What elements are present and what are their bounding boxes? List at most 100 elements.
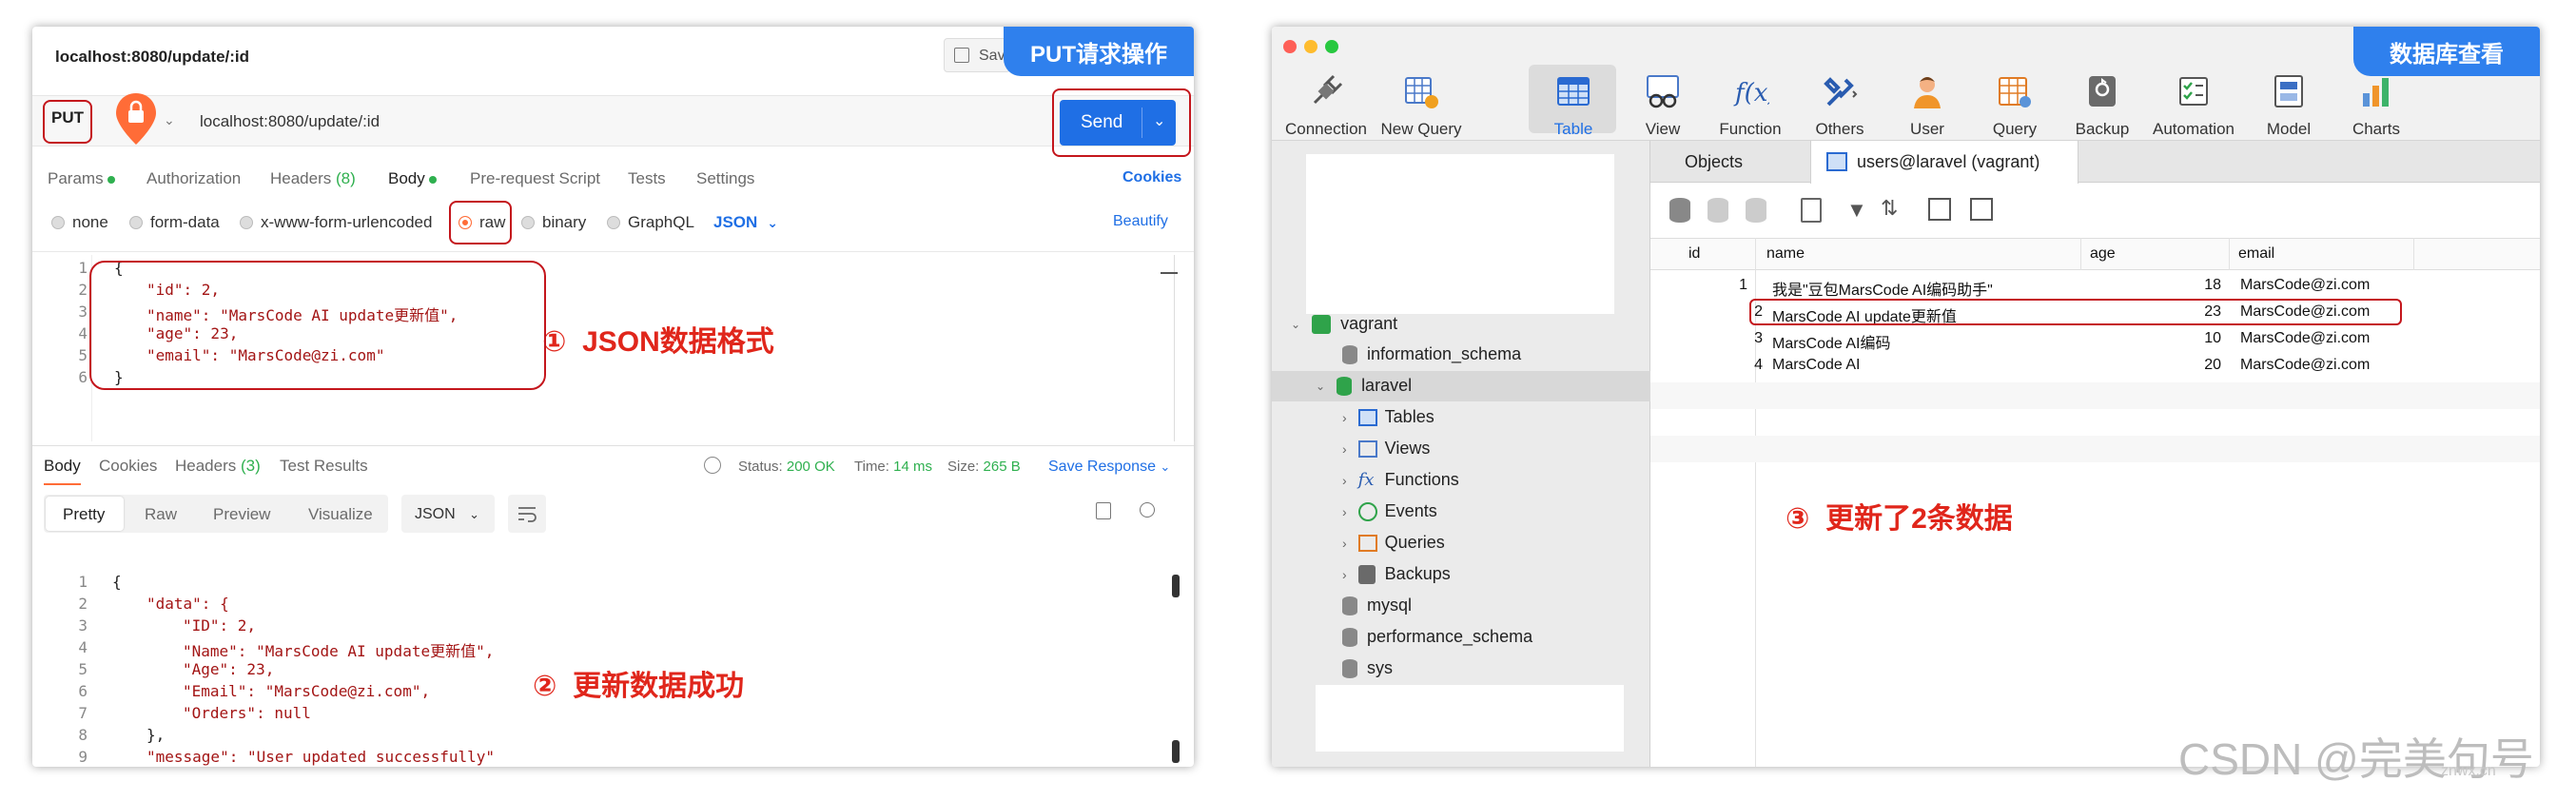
blank-panel	[1316, 685, 1624, 752]
save-icon	[954, 48, 969, 63]
view-icon	[1647, 75, 1679, 108]
tree-db-laravel[interactable]: ⌄ laravel	[1316, 376, 1412, 396]
code-line: "ID": 2,	[183, 616, 257, 635]
tab-users-table[interactable]: users@laravel (vagrant)	[1810, 141, 2078, 184]
tree-db-information-schema[interactable]: information_schema	[1342, 344, 1521, 364]
view-visualize[interactable]: Visualize	[308, 505, 373, 524]
export-icon[interactable]	[1970, 198, 1993, 221]
tree-db-mysql[interactable]: mysql	[1342, 596, 1412, 615]
table-icon	[1557, 77, 1590, 106]
table-icon	[1357, 408, 1377, 426]
resp-tab-test-results[interactable]: Test Results	[280, 457, 368, 476]
beautify-link[interactable]: Beautify	[1113, 213, 1168, 230]
time-text: Time: 14 ms	[854, 459, 932, 475]
tree-functions[interactable]: › fx Functions	[1342, 470, 1459, 490]
function-icon: f(x)	[1733, 79, 1769, 107]
connection-icon	[1312, 314, 1332, 334]
query-icon	[1999, 77, 2031, 107]
automation-icon	[2179, 77, 2208, 106]
wrap-lines-icon[interactable]	[508, 495, 546, 533]
plug-icon	[1313, 74, 1343, 105]
url-input[interactable]: localhost:8080/update/:id	[200, 112, 380, 131]
status-text: Status: 200 OK	[738, 459, 835, 475]
search-icon[interactable]	[1140, 502, 1155, 518]
cookies-link[interactable]: Cookies	[1122, 169, 1181, 186]
radio-urlencoded[interactable]: x-www-form-urlencoded	[240, 213, 432, 232]
response-body-viewer: 1 2 3 4 5 6 7 8 9 10 { "data": { "ID": 2…	[32, 540, 1194, 767]
postman-logo-icon	[114, 91, 158, 145]
view-raw[interactable]: Raw	[145, 505, 177, 524]
code-line: "Email": "MarsCode@zi.com",	[183, 682, 431, 700]
sort-icon[interactable]: ⇅	[1881, 196, 1898, 221]
scrollbar-thumb[interactable]	[1172, 575, 1180, 597]
maximize-window-icon[interactable]	[1325, 40, 1338, 53]
highlight-send	[1052, 88, 1191, 157]
close-window-icon[interactable]	[1283, 40, 1297, 53]
radio-none[interactable]: none	[51, 213, 108, 232]
resp-tab-cookies[interactable]: Cookies	[99, 457, 157, 476]
text-view-icon[interactable]	[1801, 198, 1822, 223]
highlight-json-body	[89, 261, 546, 390]
tab-prerequest-script[interactable]: Pre-request Script	[470, 169, 600, 188]
charts-icon	[2363, 78, 2389, 107]
tree-db-sys[interactable]: sys	[1342, 658, 1393, 678]
tab-objects[interactable]: Objects	[1685, 152, 1743, 172]
radio-graphql[interactable]: GraphQL	[607, 213, 694, 232]
tab-authorization[interactable]: Authorization	[146, 169, 241, 188]
resp-tab-headers[interactable]: Headers (3)	[175, 457, 261, 476]
tab-settings[interactable]: Settings	[696, 169, 754, 188]
tab-params[interactable]: Params	[48, 169, 115, 188]
radio-binary[interactable]: binary	[521, 213, 586, 232]
save-response-button[interactable]: Save Response ⌄	[1048, 459, 1170, 476]
database-icon	[1342, 344, 1357, 364]
annotation-1: ① JSON数据格式	[542, 326, 774, 358]
col-header-name[interactable]: name	[1766, 245, 1805, 263]
window-title: localhost:8080/update/:id	[55, 48, 250, 66]
tab-body[interactable]: Body	[388, 169, 437, 188]
radio-form-data[interactable]: form-data	[129, 213, 220, 232]
view-pretty[interactable]: Pretty	[63, 505, 105, 524]
banner-db: 数据库查看	[2353, 27, 2540, 76]
tree-queries[interactable]: › Queries	[1342, 533, 1445, 553]
save-button[interactable]: Sav	[944, 38, 1010, 72]
copy-icon[interactable]	[1096, 502, 1111, 519]
tree-db-performance-schema[interactable]: performance_schema	[1342, 627, 1532, 647]
new-query-icon	[1405, 77, 1438, 108]
body-format-select[interactable]: JSON ⌄	[713, 213, 778, 232]
user-icon	[1914, 77, 1941, 108]
code-line: "data": {	[146, 595, 229, 613]
minimize-window-icon[interactable]	[1304, 40, 1317, 53]
add-record-icon[interactable]	[1669, 198, 1690, 223]
resp-tab-body[interactable]: Body	[44, 457, 81, 485]
view-preview[interactable]: Preview	[213, 505, 270, 524]
resp-format-select[interactable]: JSON ⌄	[401, 495, 495, 533]
watermark-small: znwx.cn	[2441, 763, 2496, 779]
tab-tests[interactable]: Tests	[628, 169, 666, 188]
delete-record-icon[interactable]	[1708, 198, 1728, 223]
database-icon	[1342, 627, 1357, 647]
highlight-method	[43, 100, 92, 144]
code-line: "Age": 23,	[183, 660, 275, 678]
tree-backups[interactable]: › Backups	[1342, 564, 1451, 584]
col-header-id[interactable]: id	[1688, 245, 1700, 263]
tree-views[interactable]: › Views	[1342, 439, 1430, 459]
table-icon	[1826, 152, 1847, 171]
postman-window: localhost:8080/update/:id Sav PUT请求操作 PU…	[32, 27, 1194, 767]
size-text: Size: 265 B	[947, 459, 1021, 475]
code-line: },	[146, 726, 166, 744]
tree-tables[interactable]: › Tables	[1342, 407, 1434, 427]
highlight-updated-row	[1749, 299, 2402, 325]
tab-headers[interactable]: Headers (8)	[270, 169, 356, 188]
tree-events[interactable]: › Events	[1342, 501, 1437, 521]
import-icon[interactable]	[1928, 198, 1951, 221]
col-header-age[interactable]: age	[2090, 245, 2116, 263]
col-header-email[interactable]: email	[2238, 245, 2274, 263]
globe-icon[interactable]	[704, 457, 721, 474]
chevron-down-icon[interactable]: ⌄	[164, 112, 175, 128]
refresh-record-icon[interactable]	[1746, 198, 1766, 223]
clock-icon	[1357, 501, 1377, 521]
code-line: "Orders": null	[183, 704, 311, 722]
filter-icon[interactable]: ▼	[1846, 198, 1867, 223]
query-icon	[1357, 534, 1377, 552]
tree-connection-vagrant[interactable]: ⌄ vagrant	[1291, 314, 1397, 334]
